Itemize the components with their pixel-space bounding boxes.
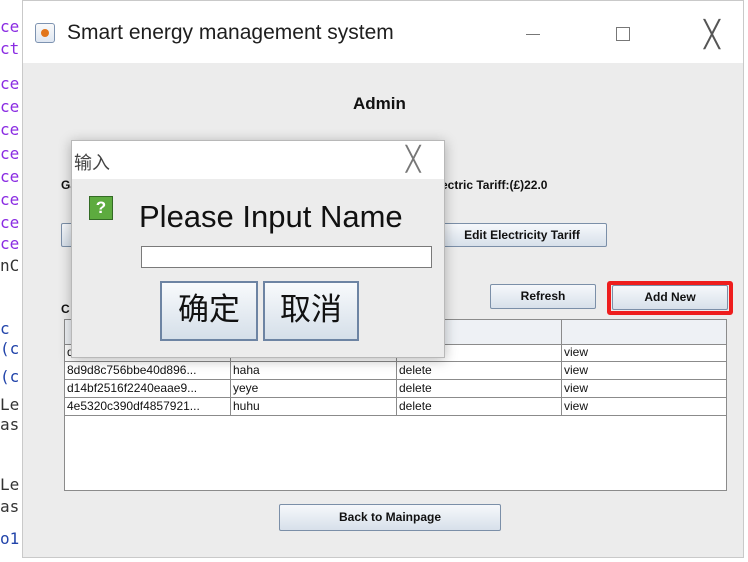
code-fragment: c bbox=[0, 319, 10, 338]
view-link[interactable]: view bbox=[562, 398, 726, 416]
dialog-title: 输入 bbox=[74, 153, 110, 173]
consumer-id-cell: d14bf2516f2240eaae9... bbox=[65, 380, 231, 398]
consumer-id-cell: 4e5320c390df4857921... bbox=[65, 398, 231, 416]
dialog-titlebar[interactable]: 输入 ╳ bbox=[72, 141, 444, 179]
code-fragment: ce bbox=[0, 234, 20, 253]
dialog-message: Please Input Name bbox=[139, 199, 403, 234]
code-fragment: (c bbox=[0, 339, 20, 358]
table-row[interactable]: 8d9d8c756bbe40d896... haha delete view bbox=[65, 362, 726, 380]
consumer-name-cell: huhu bbox=[231, 398, 397, 416]
code-fragment: Le bbox=[0, 395, 20, 414]
code-fragment: ce bbox=[0, 167, 20, 186]
table-row[interactable]: d14bf2516f2240eaae9... yeye delete view bbox=[65, 380, 726, 398]
background-code-editor: ce ct ce ce ce ce ce ce ce ce nC c (c (c… bbox=[0, 0, 22, 562]
cancel-button[interactable]: 取消 bbox=[263, 281, 359, 341]
code-fragment: ce bbox=[0, 144, 20, 163]
electric-tariff-label: ectric Tariff:(£)22.0 bbox=[441, 178, 548, 192]
input-dialog: 输入 ╳ ? Please Input Name 确定 取消 bbox=[71, 140, 445, 358]
minimize-button[interactable] bbox=[510, 19, 556, 49]
delete-link[interactable]: delete bbox=[397, 380, 562, 398]
name-input[interactable] bbox=[141, 246, 432, 268]
view-link[interactable]: view bbox=[562, 344, 726, 362]
code-fragment: o1 bbox=[0, 529, 20, 548]
code-fragment: ce bbox=[0, 97, 20, 116]
table-header-cell bbox=[562, 320, 726, 344]
refresh-button[interactable]: Refresh bbox=[490, 284, 596, 309]
maximize-button[interactable] bbox=[601, 19, 647, 49]
code-fragment: as bbox=[0, 415, 20, 434]
code-fragment: ce bbox=[0, 213, 20, 232]
close-button[interactable]: ╳ bbox=[689, 19, 735, 49]
consumer-id-cell: 8d9d8c756bbe40d896... bbox=[65, 362, 231, 380]
ok-button[interactable]: 确定 bbox=[160, 281, 258, 341]
dialog-close-icon[interactable]: ╳ bbox=[406, 145, 420, 174]
code-fragment: ce bbox=[0, 17, 20, 36]
code-fragment: as bbox=[0, 497, 20, 516]
code-fragment: ce bbox=[0, 190, 20, 209]
table-row[interactable]: 4e5320c390df4857921... huhu delete view bbox=[65, 398, 726, 416]
code-fragment: (c bbox=[0, 367, 20, 386]
java-app-icon bbox=[35, 23, 55, 43]
view-link[interactable]: view bbox=[562, 380, 726, 398]
delete-link[interactable]: delete bbox=[397, 398, 562, 416]
code-fragment: ct bbox=[0, 39, 20, 58]
code-fragment: Le bbox=[0, 475, 20, 494]
page-title: Admin bbox=[353, 94, 406, 113]
code-fragment: nC bbox=[0, 256, 20, 275]
question-icon: ? bbox=[89, 196, 113, 220]
code-fragment: ce bbox=[0, 120, 20, 139]
consumer-name-cell: yeye bbox=[231, 380, 397, 398]
window-titlebar[interactable]: Smart energy management system ╳ bbox=[23, 1, 743, 63]
add-new-highlight bbox=[607, 281, 733, 315]
view-link[interactable]: view bbox=[562, 362, 726, 380]
consumers-label: C bbox=[61, 302, 70, 316]
back-to-mainpage-button[interactable]: Back to Mainpage bbox=[279, 504, 501, 531]
edit-electricity-tariff-button[interactable]: Edit Electricity Tariff bbox=[437, 223, 607, 247]
window-title: Smart energy management system bbox=[67, 21, 394, 44]
delete-link[interactable]: delete bbox=[397, 362, 562, 380]
code-fragment: ce bbox=[0, 74, 20, 93]
consumer-name-cell: haha bbox=[231, 362, 397, 380]
